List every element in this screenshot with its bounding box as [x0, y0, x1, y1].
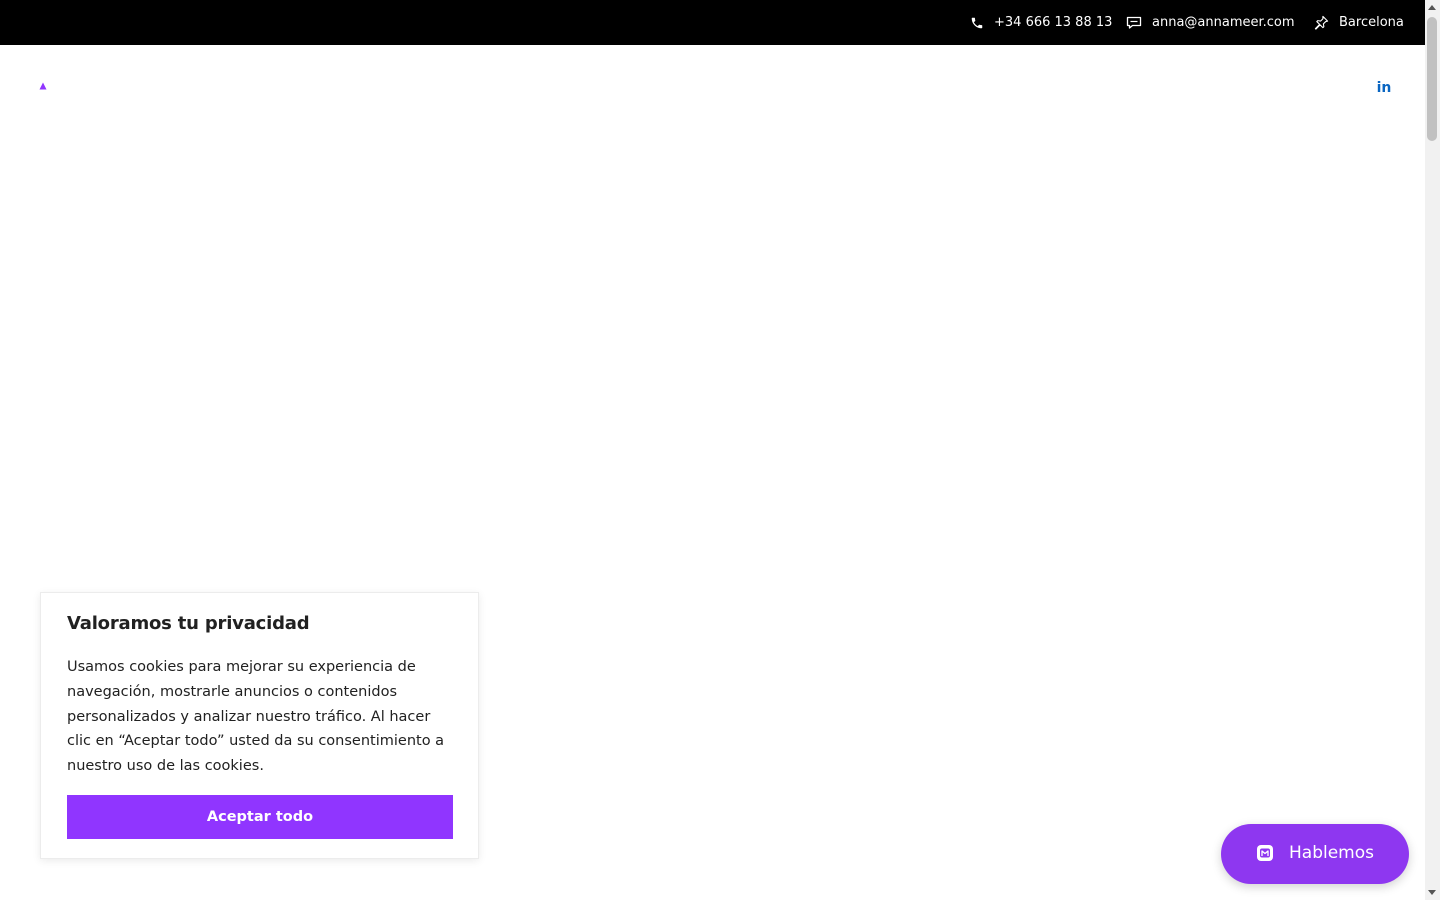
phone-number: +34 666 13 88 13: [994, 15, 1113, 30]
page: +34 666 13 88 13 anna@annameer.com Barce…: [0, 0, 1440, 900]
email-address: anna@annameer.com: [1152, 15, 1295, 30]
scroll-down-arrow-icon[interactable]: [1428, 890, 1436, 895]
cookie-consent-banner: Valoramos tu privacidad Usamos cookies p…: [40, 592, 479, 859]
phone-icon: [970, 16, 984, 30]
chat-bubble-icon: [1256, 844, 1274, 862]
top-contact-bar: +34 666 13 88 13 anna@annameer.com Barce…: [0, 0, 1425, 45]
phone-link[interactable]: +34 666 13 88 13: [970, 0, 1112, 45]
chat-launcher-label: Hablemos: [1289, 843, 1374, 863]
message-icon: [1126, 16, 1142, 30]
page-scrollbar[interactable]: [1425, 0, 1440, 900]
location-link[interactable]: Barcelona: [1314, 0, 1404, 45]
cookie-banner-text: Usamos cookies para mejorar su experienc…: [67, 659, 445, 775]
scroll-up-arrow-icon[interactable]: [1428, 5, 1436, 10]
accept-all-button[interactable]: Aceptar todo: [67, 795, 453, 839]
location-label: Barcelona: [1339, 15, 1404, 30]
linkedin-link[interactable]: in: [1376, 80, 1392, 96]
cookie-banner-title: Valoramos tu privacidad: [67, 613, 310, 634]
logo-link[interactable]: [39, 75, 47, 90]
logo-triangle-icon: [39, 82, 47, 90]
pin-icon: [1314, 15, 1329, 30]
email-link[interactable]: anna@annameer.com: [1126, 0, 1295, 45]
linkedin-icon: in: [1376, 80, 1392, 96]
chat-launcher-button[interactable]: Hablemos: [1221, 824, 1409, 884]
scroll-thumb[interactable]: [1427, 17, 1437, 141]
